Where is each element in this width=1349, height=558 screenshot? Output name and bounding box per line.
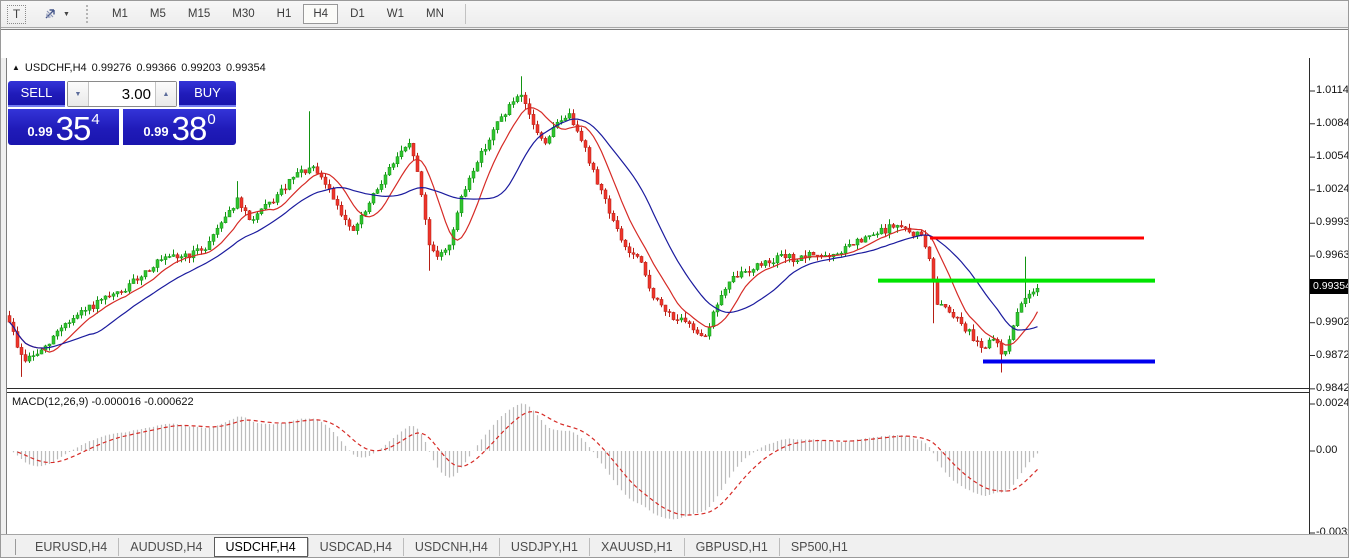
tab-usdcnh-h4[interactable]: USDCNH,H4 xyxy=(403,538,499,556)
price-axis-label: 1.00540 xyxy=(1316,150,1349,162)
toolbar: T ▼ M1M5M15M30H1H4D1W1MN xyxy=(1,1,1348,28)
sell-price-pip-digit: 4 xyxy=(91,111,99,128)
price-axis-label: 1.01145 xyxy=(1316,84,1349,96)
text-tool-button[interactable]: T xyxy=(7,5,26,24)
price-axis-border xyxy=(1309,58,1310,540)
chart-symbol-label: USDCHF,H4 xyxy=(25,62,87,74)
pane-separator-line[interactable] xyxy=(7,388,1309,389)
timeframe-d1-button[interactable]: D1 xyxy=(340,4,375,24)
tab-usdjpy-h1[interactable]: USDJPY,H1 xyxy=(499,538,589,556)
horizontal-lines xyxy=(878,238,1155,362)
timeframe-h4-button[interactable]: H4 xyxy=(303,4,338,24)
tab-bar-grip xyxy=(5,539,16,555)
timeframe-m15-button[interactable]: M15 xyxy=(178,4,220,24)
timeframe-toolbar: M1M5M15M30H1H4D1W1MN xyxy=(101,4,455,24)
caret-down-icon: ▼ xyxy=(75,91,82,98)
one-click-trading-widget: SELL ▼ ▲ BUY 0.99 35 4 0.99 38 0 xyxy=(8,81,236,145)
chart-header: ▲ USDCHF,H4 0.99276 0.99366 0.99203 0.99354 xyxy=(12,62,266,74)
price-axis-label: 1.00240 xyxy=(1316,183,1349,195)
dropdown-caret-icon[interactable]: ▼ xyxy=(63,11,70,18)
volume-decrease-button[interactable]: ▼ xyxy=(68,82,89,106)
pane-separator-line[interactable] xyxy=(7,392,1309,393)
ohlc-high: 0.99366 xyxy=(136,62,176,74)
buy-button[interactable]: BUY xyxy=(179,81,236,107)
timeframe-w1-button[interactable]: W1 xyxy=(377,4,414,24)
buy-price-big-digits: 38 xyxy=(172,113,207,144)
macd-signal xyxy=(18,412,1038,515)
current-price-tag: 0.99354 xyxy=(1310,279,1349,294)
expand-triangle-icon[interactable]: ▲ xyxy=(12,63,20,72)
tab-audusd-h4[interactable]: AUDUSD,H4 xyxy=(118,538,213,556)
tab-usdcad-h4[interactable]: USDCAD,H4 xyxy=(308,538,403,556)
buy-price-pip-digit: 0 xyxy=(207,111,215,128)
cursor-arrows-icon[interactable] xyxy=(42,6,58,22)
timeframe-mn-button[interactable]: MN xyxy=(416,4,454,24)
timeframe-h1-button[interactable]: H1 xyxy=(267,4,302,24)
macd-axis-label: 0.00 xyxy=(1316,444,1337,456)
macd-histogram xyxy=(14,404,1038,520)
sell-button[interactable]: SELL xyxy=(8,81,65,107)
price-axis-label: 1.00845 xyxy=(1316,117,1349,129)
chart-tabs: EURUSD,H4AUDUSD,H4USDCHF,H4USDCAD,H4USDC… xyxy=(24,537,859,557)
sell-price-display[interactable]: 0.99 35 4 xyxy=(8,109,119,145)
tab-gbpusd-h1[interactable]: GBPUSD,H1 xyxy=(684,538,779,556)
sell-price-prefix: 0.99 xyxy=(27,124,52,139)
chart-window: ▲USDCHF,H40.992760.993660.992030.99354 S… xyxy=(1,29,1349,534)
ohlc-low: 0.99203 xyxy=(181,62,221,74)
buy-price-prefix: 0.99 xyxy=(143,124,168,139)
volume-input[interactable] xyxy=(89,82,155,106)
macd-indicator-label: MACD(12,26,9) -0.000016 -0.000622 xyxy=(12,396,194,408)
sell-price-big-digits: 35 xyxy=(56,113,91,144)
tab-eurusd-h4[interactable]: EURUSD,H4 xyxy=(24,538,118,556)
tab-sp500-h1[interactable]: SP500,H1 xyxy=(779,538,859,556)
price-axis-label: 0.98420 xyxy=(1316,382,1349,394)
macd-axis-label: 0.002492 xyxy=(1316,397,1349,409)
ohlc-close: 0.99354 xyxy=(226,62,266,74)
volume-spinner: ▼ ▲ xyxy=(67,81,177,107)
tab-xauusd-h1[interactable]: XAUUSD,H1 xyxy=(589,538,684,556)
price-axis-label: 0.98725 xyxy=(1316,349,1349,361)
mt4-window: T ▼ M1M5M15M30H1H4D1W1MN ▲ USDCHF,H4 0.992… xyxy=(0,0,1349,558)
toolbar-drag-grip[interactable] xyxy=(86,5,89,23)
caret-up-icon: ▲ xyxy=(163,91,170,98)
chart-tabs-bar: EURUSD,H4AUDUSD,H4USDCHF,H4USDCAD,H4USDC… xyxy=(1,534,1348,558)
slow-ma-line xyxy=(10,119,1038,348)
toolbar-separator xyxy=(465,4,466,24)
buy-price-display[interactable]: 0.99 38 0 xyxy=(123,109,236,145)
price-axis-label: 0.99025 xyxy=(1316,316,1349,328)
timeframe-m30-button[interactable]: M30 xyxy=(222,4,264,24)
ohlc-open: 0.99276 xyxy=(92,62,132,74)
volume-increase-button[interactable]: ▲ xyxy=(155,82,176,106)
timeframe-m1-button[interactable]: M1 xyxy=(102,4,138,24)
timeframe-m5-button[interactable]: M5 xyxy=(140,4,176,24)
tab-usdchf-h4[interactable]: USDCHF,H4 xyxy=(214,537,308,557)
window-left-edge xyxy=(1,58,7,558)
price-axis-label: 0.99935 xyxy=(1316,216,1349,228)
price-axis-label: 0.99635 xyxy=(1316,249,1349,261)
macd-signal-line xyxy=(18,412,1038,515)
